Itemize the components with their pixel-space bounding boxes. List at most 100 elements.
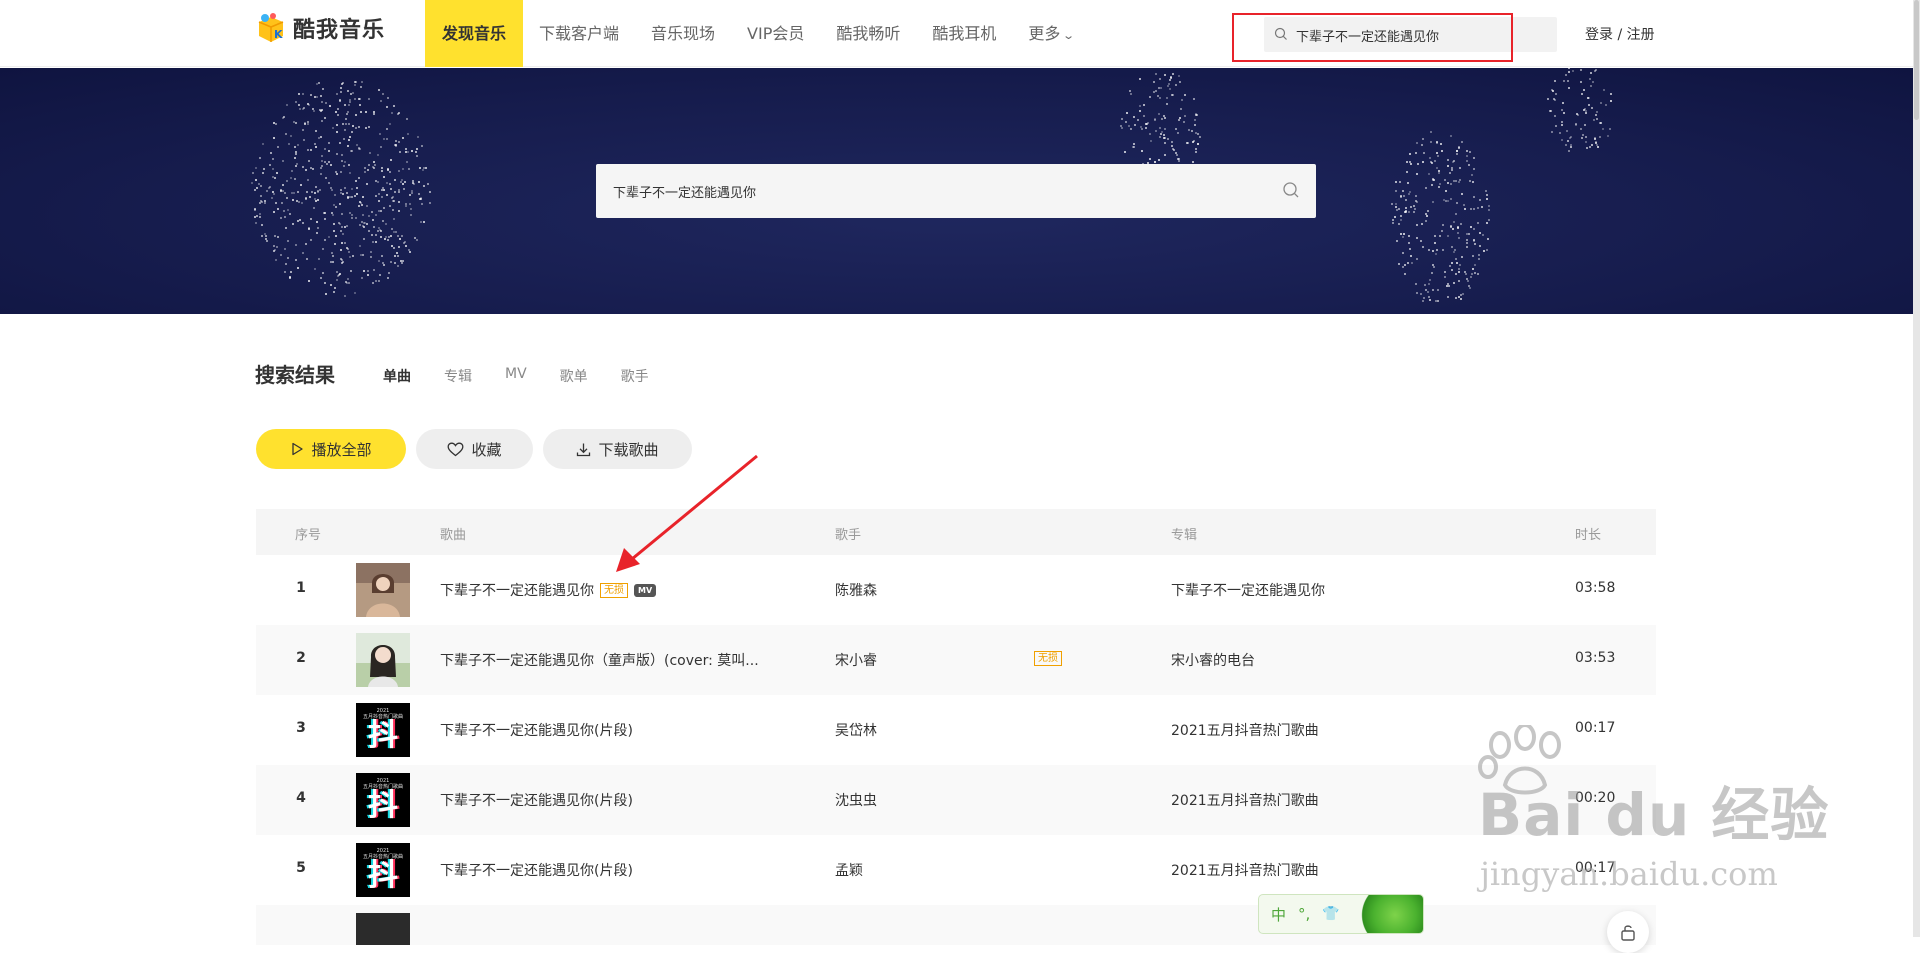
star-dot <box>272 121 275 124</box>
star-dot <box>1402 235 1405 238</box>
song-title[interactable]: 下辈子不一定还能遇见你(片段) <box>440 790 633 810</box>
star-dot <box>294 145 297 148</box>
nav-kuwo-earphones[interactable]: 酷我耳机 <box>916 0 1012 67</box>
star-dot <box>381 254 384 257</box>
star-dot <box>340 87 343 90</box>
star-dot <box>1457 226 1460 229</box>
star-dot <box>320 277 323 280</box>
tab-mv[interactable]: MV <box>505 366 527 386</box>
star-dot <box>371 219 374 222</box>
star-dot <box>367 125 370 128</box>
star-dot <box>1403 195 1406 198</box>
star-dot <box>1439 235 1442 238</box>
artist-name[interactable]: 宋小睿 <box>835 650 877 670</box>
album-name[interactable]: 2021五月抖音热门歌曲 <box>1171 720 1319 740</box>
song-cover-image[interactable] <box>356 913 410 945</box>
star-dot <box>1409 163 1412 166</box>
star-dot <box>397 112 400 115</box>
tab-songs[interactable]: 单曲 <box>383 366 411 387</box>
star-dot <box>371 234 374 237</box>
star-dot <box>374 240 377 243</box>
ime-punct-toggle[interactable]: °, <box>1298 905 1310 923</box>
tab-playlists[interactable]: 歌单 <box>560 366 588 386</box>
table-row[interactable]: 1 下辈子不一定还能遇见你 无损 MV 陈雅森 下辈子不一定还能遇见你 03:58 <box>256 555 1656 625</box>
artist-name[interactable]: 孟颖 <box>835 860 863 880</box>
tab-albums[interactable]: 专辑 <box>444 366 472 386</box>
star-dot <box>1157 113 1160 116</box>
star-dot <box>1450 269 1453 272</box>
song-title[interactable]: 下辈子不一定还能遇见你（童声版）(cover: 莫叫... <box>440 650 759 670</box>
tab-artists[interactable]: 歌手 <box>621 366 649 386</box>
star-dot <box>1141 150 1144 153</box>
song-cover-image[interactable]: 2021 五月抖音热门歌曲 抖 <box>356 773 410 827</box>
mv-badge[interactable]: MV <box>634 584 657 597</box>
shirt-icon[interactable]: 👕 <box>1322 906 1339 922</box>
nav-live[interactable]: 音乐现场 <box>635 0 731 67</box>
album-name[interactable]: 2021五月抖音热门歌曲 <box>1171 790 1319 810</box>
artist-name[interactable]: 吴岱林 <box>835 720 877 740</box>
page-scrollbar[interactable] <box>1913 0 1920 937</box>
star-dot <box>314 143 317 146</box>
star-dot <box>1481 233 1484 236</box>
login-register-link[interactable]: 登录 / 注册 <box>1585 24 1655 44</box>
star-dot <box>387 271 390 274</box>
star-dot <box>346 247 349 250</box>
star-dot <box>1408 234 1411 237</box>
star-dot <box>401 234 404 237</box>
ime-toolbar[interactable]: 中 °, 👕 <box>1258 894 1424 934</box>
song-cover-image[interactable] <box>356 563 410 617</box>
scrollbar-thumb[interactable] <box>1914 0 1919 120</box>
star-dot <box>327 141 330 144</box>
star-dot <box>373 225 376 228</box>
table-row[interactable]: 2 下辈子不一定还能遇见你（童声版）(cover: 莫叫... 无损 宋小睿 宋… <box>256 625 1656 695</box>
album-name[interactable]: 下辈子不一定还能遇见你 <box>1171 580 1325 600</box>
nav-kuwo-listen[interactable]: 酷我畅听 <box>820 0 916 67</box>
nav-download-client[interactable]: 下载客户端 <box>523 0 635 67</box>
star-dot <box>1437 299 1440 302</box>
artist-name[interactable]: 陈雅森 <box>835 580 877 600</box>
banner-search-input[interactable]: 下辈子不一定还能遇见你 <box>596 164 1316 218</box>
row-index: 4 <box>296 790 306 806</box>
row-index: 1 <box>296 580 306 596</box>
star-dot <box>256 214 259 217</box>
star-dot <box>314 192 317 195</box>
star-dot <box>1416 237 1419 240</box>
song-title[interactable]: 下辈子不一定还能遇见你 无损 MV <box>440 580 657 600</box>
nav-vip[interactable]: VIP会员 <box>731 0 820 67</box>
song-cover-image[interactable] <box>356 633 410 687</box>
nav-discover-music[interactable]: 发现音乐 <box>425 0 524 67</box>
star-dot <box>1164 116 1167 119</box>
star-dot <box>341 123 344 126</box>
song-cover-image[interactable]: 2021 五月抖音热门歌曲 抖 <box>356 843 410 897</box>
star-dot <box>1450 246 1453 249</box>
table-row[interactable]: 3 2021 五月抖音热门歌曲 抖 下辈子不一定还能遇见你(片段) 吴岱林 20… <box>256 695 1656 765</box>
annotation-highlight-box <box>1232 13 1513 62</box>
star-dot <box>1440 230 1443 233</box>
search-icon[interactable] <box>1282 181 1300 203</box>
lock-icon[interactable] <box>1607 911 1649 953</box>
song-title[interactable]: 下辈子不一定还能遇见你(片段) <box>440 720 633 740</box>
star-dot <box>416 155 419 158</box>
star-dot <box>1457 267 1460 270</box>
artist-name[interactable]: 沈虫虫 <box>835 790 877 810</box>
song-title[interactable]: 下辈子不一定还能遇见你(片段) <box>440 860 633 880</box>
ime-lang-toggle[interactable]: 中 <box>1271 904 1286 925</box>
star-dot <box>1462 292 1465 295</box>
table-row[interactable]: 4 2021 五月抖音热门歌曲 抖 下辈子不一定还能遇见你(片段) 沈虫虫 20… <box>256 765 1656 835</box>
album-name[interactable]: 2021五月抖音热门歌曲 <box>1171 860 1319 880</box>
table-row[interactable]: 5 2021 五月抖音热门歌曲 抖 下辈子不一定还能遇见你(片段) 孟颖 202… <box>256 835 1656 905</box>
star-dot <box>292 199 295 202</box>
star-dot <box>304 168 307 171</box>
star-dot <box>1436 248 1439 251</box>
nav-more[interactable]: 更多 ⌄ <box>1012 0 1089 67</box>
star-dot <box>322 271 325 274</box>
star-dot <box>1407 211 1410 214</box>
favorite-button[interactable]: 收藏 <box>416 429 533 469</box>
play-all-button[interactable]: 播放全部 <box>256 429 406 469</box>
star-dot <box>1469 150 1472 153</box>
star-dot <box>328 104 331 107</box>
table-row-partial[interactable] <box>256 905 1656 945</box>
brand-logo[interactable]: K 酷我音乐 <box>255 12 385 44</box>
album-name[interactable]: 宋小睿的电台 <box>1171 650 1255 670</box>
song-cover-image[interactable]: 2021 五月抖音热门歌曲 抖 <box>356 703 410 757</box>
